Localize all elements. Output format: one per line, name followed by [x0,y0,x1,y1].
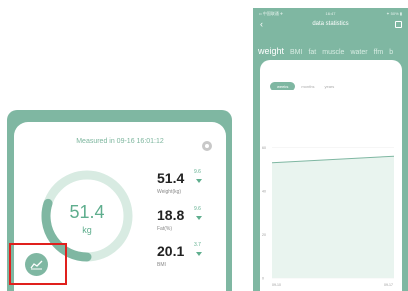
metric-label: Fat(%) [157,226,172,232]
y-tick-label: 0 [262,277,264,281]
metric-weight: 51.4 9.6 Weight(kg) [157,169,227,200]
down-arrow-icon [196,216,202,220]
clock: 16:47 [325,11,336,16]
battery: ✦ 50% ▮ [386,11,402,16]
metric-tabs: weight BMI fat muscle water ffm b [258,41,399,59]
metric-delta: 9.6 [194,206,201,212]
y-tick-label: 20 [262,233,266,237]
tab-weight[interactable]: weight [258,46,284,56]
trend-button-highlight [9,243,67,285]
tab-bmi[interactable]: BMI [290,49,302,56]
page-title: data statistics [312,21,349,27]
weight-chart: 0 20 40 60 09-10 09-17 [260,90,402,291]
metric-label: Weight(kg) [157,189,182,195]
chart-card: weeks months years 0 20 40 60 09-10 09-17 [260,60,402,291]
trend-button[interactable] [25,253,48,276]
chart-area [272,156,394,278]
metric-label: BMI [157,262,166,268]
tab-water[interactable]: water [350,49,367,56]
calendar-icon[interactable] [395,21,402,28]
ring-weight-unit: kg [82,225,92,235]
ring-weight-value: 51.4 [69,202,105,222]
metric-value: 20.1 [157,243,185,259]
tab-b[interactable]: b [389,49,393,56]
measured-time: Measured in 09-16 16:01:12 [76,138,164,145]
x-tick-label: 09-17 [384,283,393,287]
metric-fat: 18.8 9.6 Fat(%) [157,206,227,237]
down-arrow-icon [196,252,202,256]
metric-value: 51.4 [157,170,185,186]
x-tick-label: 09-10 [272,283,281,287]
status-bar: •• 中国联通 ✈ 16:47 ✦ 50% ▮ [253,8,408,19]
settings-dot-icon[interactable] [202,141,212,151]
y-tick-label: 60 [262,146,266,150]
tab-ffm[interactable]: ffm [374,49,384,56]
metric-bmi: 20.1 3.7 BMI [157,242,227,273]
down-arrow-icon [196,179,202,183]
statistics-screen: •• 中国联通 ✈ 16:47 ✦ 50% ▮ ‹ data statistic… [253,8,408,291]
metric-delta: 9.6 [194,169,201,175]
metric-delta: 3.7 [194,242,201,248]
trend-chart-icon [30,260,43,270]
tab-muscle[interactable]: muscle [322,49,344,56]
tab-fat[interactable]: fat [308,49,316,56]
y-tick-label: 40 [262,190,266,194]
metric-value: 18.8 [157,207,185,223]
